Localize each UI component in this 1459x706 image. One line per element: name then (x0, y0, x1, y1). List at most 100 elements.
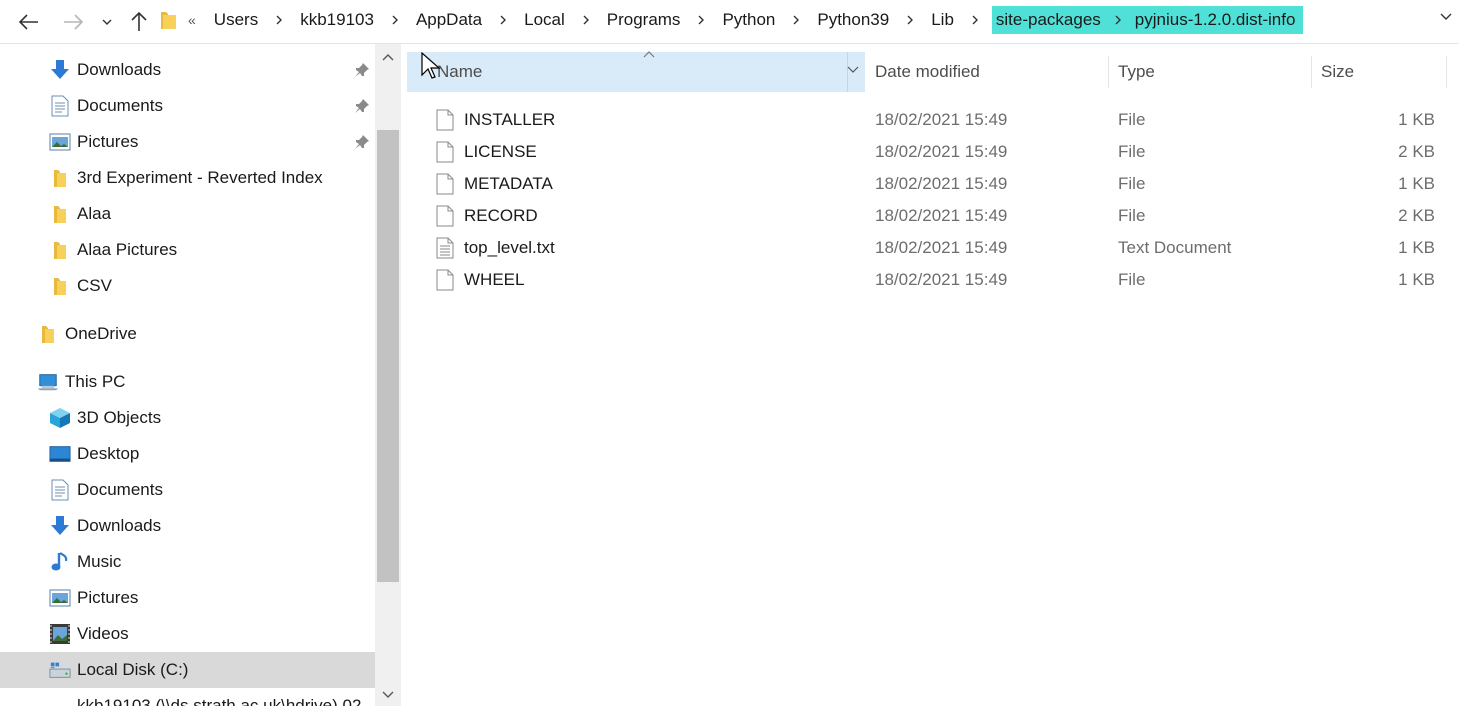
file-date: 18/02/2021 15:49 (875, 174, 1008, 193)
nav-item-alaa[interactable]: Alaa (0, 196, 375, 232)
column-header-label: Name (437, 62, 483, 81)
nav-item-label: CSV (77, 276, 112, 295)
scrollbar-thumb[interactable] (377, 130, 399, 582)
file-type: File (1118, 110, 1146, 129)
file-list: Name Date modified Type Size INSTALLER 1… (401, 44, 1459, 706)
up-arrow-icon (131, 12, 147, 31)
chevron-right-icon (276, 15, 283, 25)
column-header-label: Type (1118, 62, 1155, 81)
file-row[interactable]: METADATA 18/02/2021 15:49 File 1 KB (401, 168, 1459, 200)
nav-item-csv[interactable]: CSV (0, 268, 375, 304)
file-date: 18/02/2021 15:49 (875, 238, 1008, 257)
folder-icon (49, 203, 71, 225)
computer-icon (37, 371, 59, 393)
file-row[interactable]: LICENSE 18/02/2021 15:49 File 2 KB (401, 136, 1459, 168)
mouse-cursor-icon (421, 52, 441, 79)
breadcrumb-item[interactable]: AppData (412, 8, 486, 32)
documents-icon (49, 95, 71, 117)
nav-item-downloads[interactable]: Downloads (0, 52, 375, 88)
nav-pane-scrollbar[interactable] (375, 44, 401, 706)
header-divider[interactable] (1446, 56, 1447, 88)
scroll-up-icon[interactable] (381, 52, 395, 62)
nav-item-downloads-pc[interactable]: Downloads (0, 508, 375, 544)
nav-item-3d-objects[interactable]: 3D Objects (0, 400, 375, 436)
folder-icon (49, 275, 71, 297)
nav-item-network-drive[interactable]: kkb19103 (\\ds.strath.ac.uk\hdrive) 02 (0, 688, 375, 706)
file-row[interactable]: top_level.txt 18/02/2021 15:49 Text Docu… (401, 232, 1459, 264)
breadcrumb-overflow[interactable]: « (188, 12, 196, 28)
file-type: File (1118, 142, 1146, 161)
sort-ascending-icon (643, 51, 655, 58)
breadcrumb-item[interactable]: kkb19103 (296, 8, 378, 32)
nav-item-label: Music (77, 552, 122, 571)
file-date: 18/02/2021 15:49 (875, 206, 1008, 225)
pin-icon[interactable] (354, 62, 370, 78)
breadcrumb-item[interactable]: Users (210, 8, 262, 32)
nav-item-3rd-experiment[interactable]: 3rd Experiment - Reverted Index (0, 160, 375, 196)
file-row[interactable]: RECORD 18/02/2021 15:49 File 2 KB (401, 200, 1459, 232)
file-row[interactable]: WHEEL 18/02/2021 15:49 File 1 KB (401, 264, 1459, 296)
nav-item-pictures-pc[interactable]: Pictures (0, 580, 375, 616)
header-divider[interactable] (1311, 56, 1312, 88)
recent-locations-button[interactable] (94, 6, 120, 38)
nav-item-label: Downloads (77, 60, 162, 79)
scroll-down-icon[interactable] (381, 690, 395, 700)
nav-item-label: Alaa Pictures (77, 240, 178, 259)
column-header-name[interactable]: Name (407, 51, 865, 92)
nav-item-label: Documents (77, 480, 163, 499)
nav-item-pictures[interactable]: Pictures (0, 124, 375, 160)
highlighted-path: site-packages pyjnius-1.2.0.dist-info (991, 6, 1304, 34)
breadcrumb-item-current[interactable]: pyjnius-1.2.0.dist-info (1135, 10, 1296, 30)
column-header-label: Date modified (875, 62, 980, 81)
breadcrumb-item[interactable]: Lib (927, 8, 958, 32)
nav-item-music[interactable]: Music (0, 544, 375, 580)
nav-item-documents-pc[interactable]: Documents (0, 472, 375, 508)
address-dropdown-icon[interactable] (1439, 12, 1453, 22)
chevron-right-icon (500, 15, 507, 25)
pin-icon[interactable] (354, 98, 370, 114)
nav-item-alaa-pictures[interactable]: Alaa Pictures (0, 232, 375, 268)
blank-file-icon (436, 269, 454, 291)
file-size: 1 KB (1398, 110, 1435, 129)
file-size: 2 KB (1398, 206, 1435, 225)
nav-item-label: 3rd Experiment - Reverted Index (77, 168, 323, 187)
desktop-icon (49, 443, 71, 465)
column-header-size[interactable]: Size (1321, 52, 1447, 92)
folder-icon (49, 239, 71, 261)
file-size: 1 KB (1398, 174, 1435, 193)
breadcrumb-item[interactable]: Python39 (813, 8, 893, 32)
nav-item-documents[interactable]: Documents (0, 88, 375, 124)
file-name: INSTALLER (464, 110, 556, 129)
forward-button[interactable] (58, 6, 88, 38)
header-divider[interactable] (1108, 56, 1109, 88)
up-button[interactable] (124, 6, 154, 38)
nav-item-label: Downloads (77, 516, 162, 535)
file-date: 18/02/2021 15:49 (875, 142, 1008, 161)
column-header-type[interactable]: Type (1118, 52, 1312, 92)
nav-item-desktop[interactable]: Desktop (0, 436, 375, 472)
nav-item-label: Documents (77, 96, 163, 115)
documents-icon (49, 479, 71, 501)
breadcrumb-item[interactable]: Local (520, 8, 569, 32)
file-type: Text Document (1118, 238, 1232, 257)
pictures-icon (49, 131, 71, 153)
column-header-date[interactable]: Date modified (875, 52, 1109, 92)
nav-item-this-pc[interactable]: This PC (0, 364, 375, 400)
file-row[interactable]: INSTALLER 18/02/2021 15:49 File 1 KB (401, 104, 1459, 136)
chevron-right-icon (392, 15, 398, 25)
chevron-right-icon (793, 15, 800, 25)
nav-item-videos[interactable]: Videos (0, 616, 375, 652)
file-size: 1 KB (1398, 238, 1435, 257)
breadcrumb: « Users kkb19103 AppData Local Programs … (160, 3, 1304, 37)
chevron-down-icon[interactable] (847, 66, 859, 74)
breadcrumb-item[interactable]: Python (718, 8, 779, 32)
nav-item-local-disk-c[interactable]: Local Disk (C:) (0, 652, 375, 688)
back-button[interactable] (14, 6, 44, 38)
nav-item-label: Alaa (77, 204, 112, 223)
nav-item-onedrive[interactable]: OneDrive (0, 316, 375, 352)
breadcrumb-item[interactable]: site-packages (996, 10, 1101, 30)
pin-icon[interactable] (354, 134, 370, 150)
column-header-label: Size (1321, 62, 1355, 81)
breadcrumb-item[interactable]: Programs (603, 8, 685, 32)
chevron-right-icon (907, 15, 914, 25)
